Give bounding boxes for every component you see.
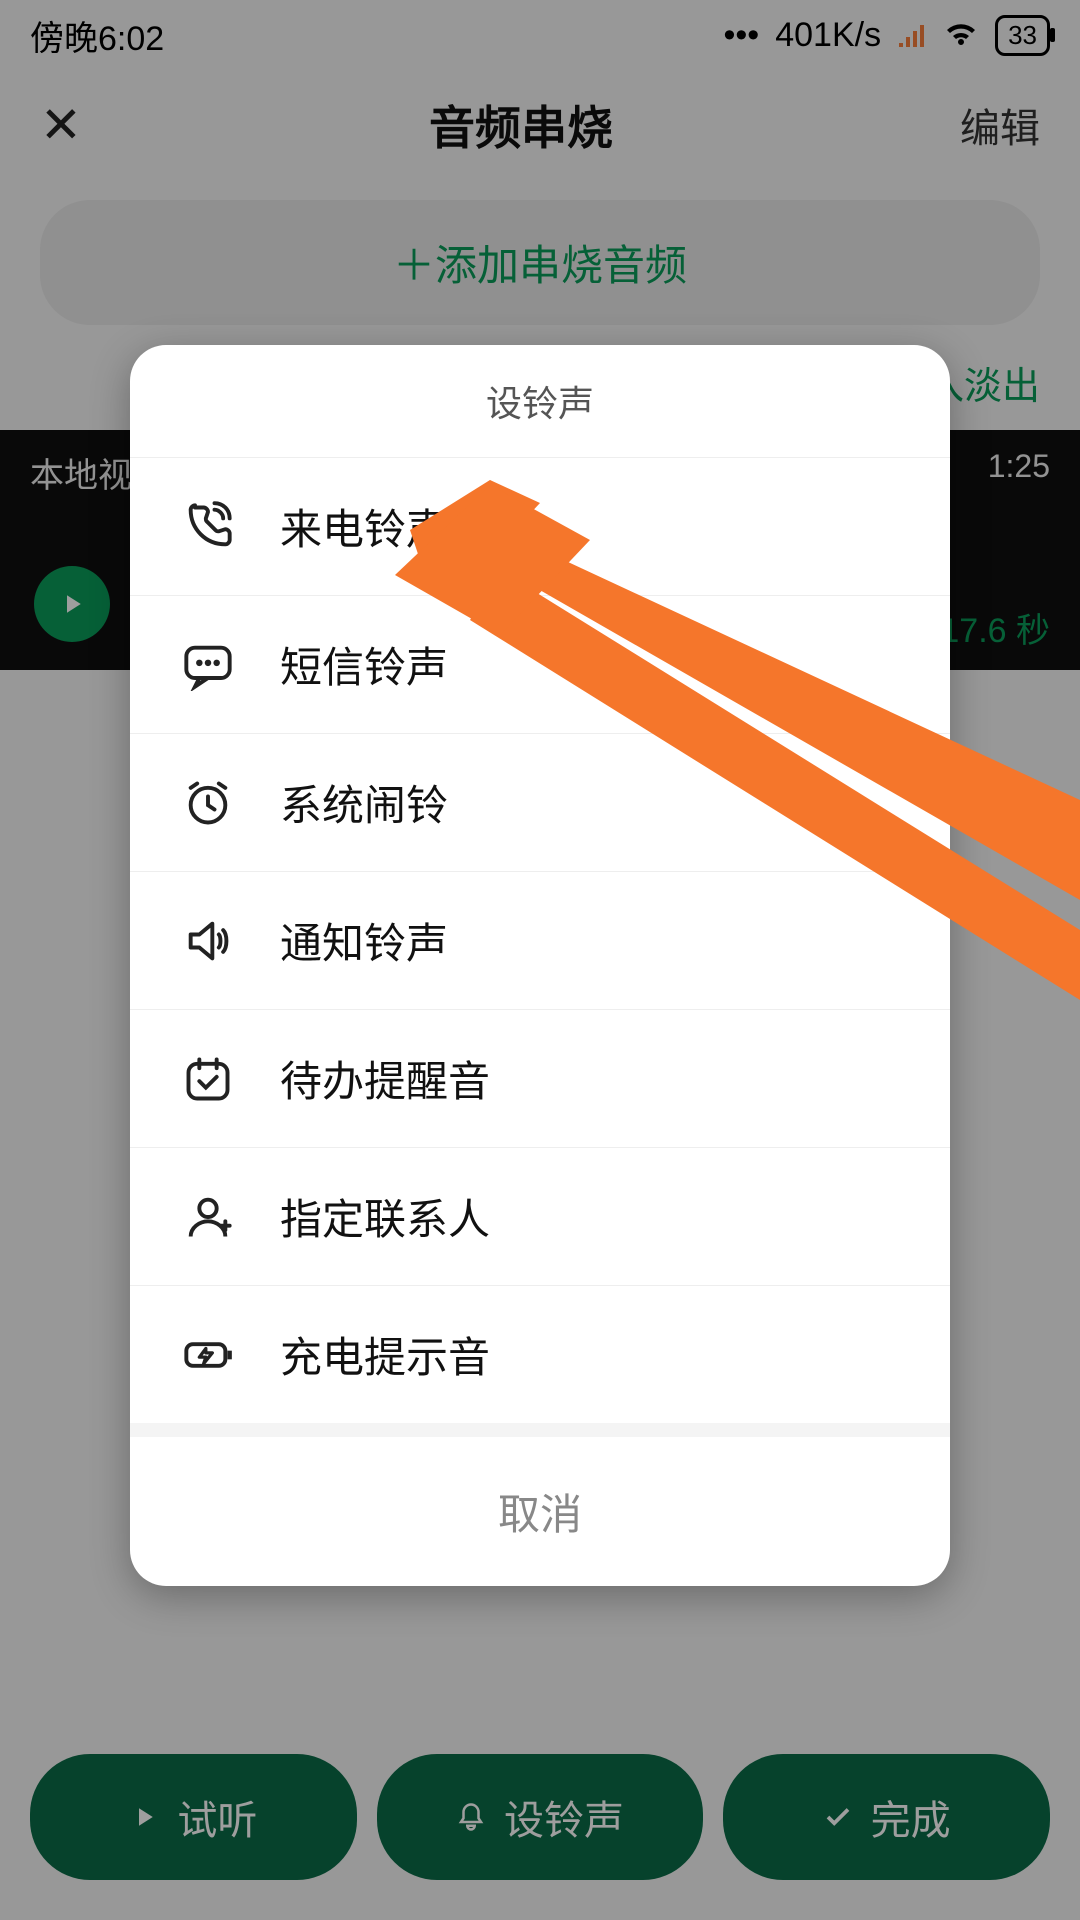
modal-item-label: 待办提醒音 bbox=[280, 1048, 490, 1109]
modal-item-label: 通知铃声 bbox=[280, 910, 448, 971]
modal-item-assign-contact[interactable]: 指定联系人 bbox=[130, 1147, 950, 1285]
alarm-icon bbox=[180, 775, 236, 831]
modal-item-label: 系统闹铃 bbox=[280, 772, 448, 833]
contact-icon bbox=[180, 1189, 236, 1245]
modal-item-alarm-ringtone[interactable]: 系统闹铃 bbox=[130, 733, 950, 871]
modal-item-notification-ringtone[interactable]: 通知铃声 bbox=[130, 871, 950, 1009]
modal-cancel-button[interactable]: 取消 bbox=[130, 1423, 950, 1586]
modal-item-call-ringtone[interactable]: 来电铃声 bbox=[130, 457, 950, 595]
modal-title: 设铃声 bbox=[130, 345, 950, 457]
calendar-check-icon bbox=[180, 1051, 236, 1107]
ringtone-modal: 设铃声 来电铃声 短信铃声 系统闹铃 通知铃声 待办提醒音 指定联系人 bbox=[130, 345, 950, 1586]
modal-item-sms-ringtone[interactable]: 短信铃声 bbox=[130, 595, 950, 733]
speaker-icon bbox=[180, 913, 236, 969]
modal-item-label: 短信铃声 bbox=[280, 634, 448, 695]
modal-item-charging-sound[interactable]: 充电提示音 bbox=[130, 1285, 950, 1423]
message-icon bbox=[180, 637, 236, 693]
modal-item-label: 充电提示音 bbox=[280, 1324, 490, 1385]
modal-item-label: 来电铃声 bbox=[280, 496, 448, 557]
phone-icon bbox=[180, 499, 236, 555]
modal-item-todo-reminder[interactable]: 待办提醒音 bbox=[130, 1009, 950, 1147]
modal-item-label: 指定联系人 bbox=[280, 1186, 490, 1247]
battery-charge-icon bbox=[180, 1327, 236, 1383]
